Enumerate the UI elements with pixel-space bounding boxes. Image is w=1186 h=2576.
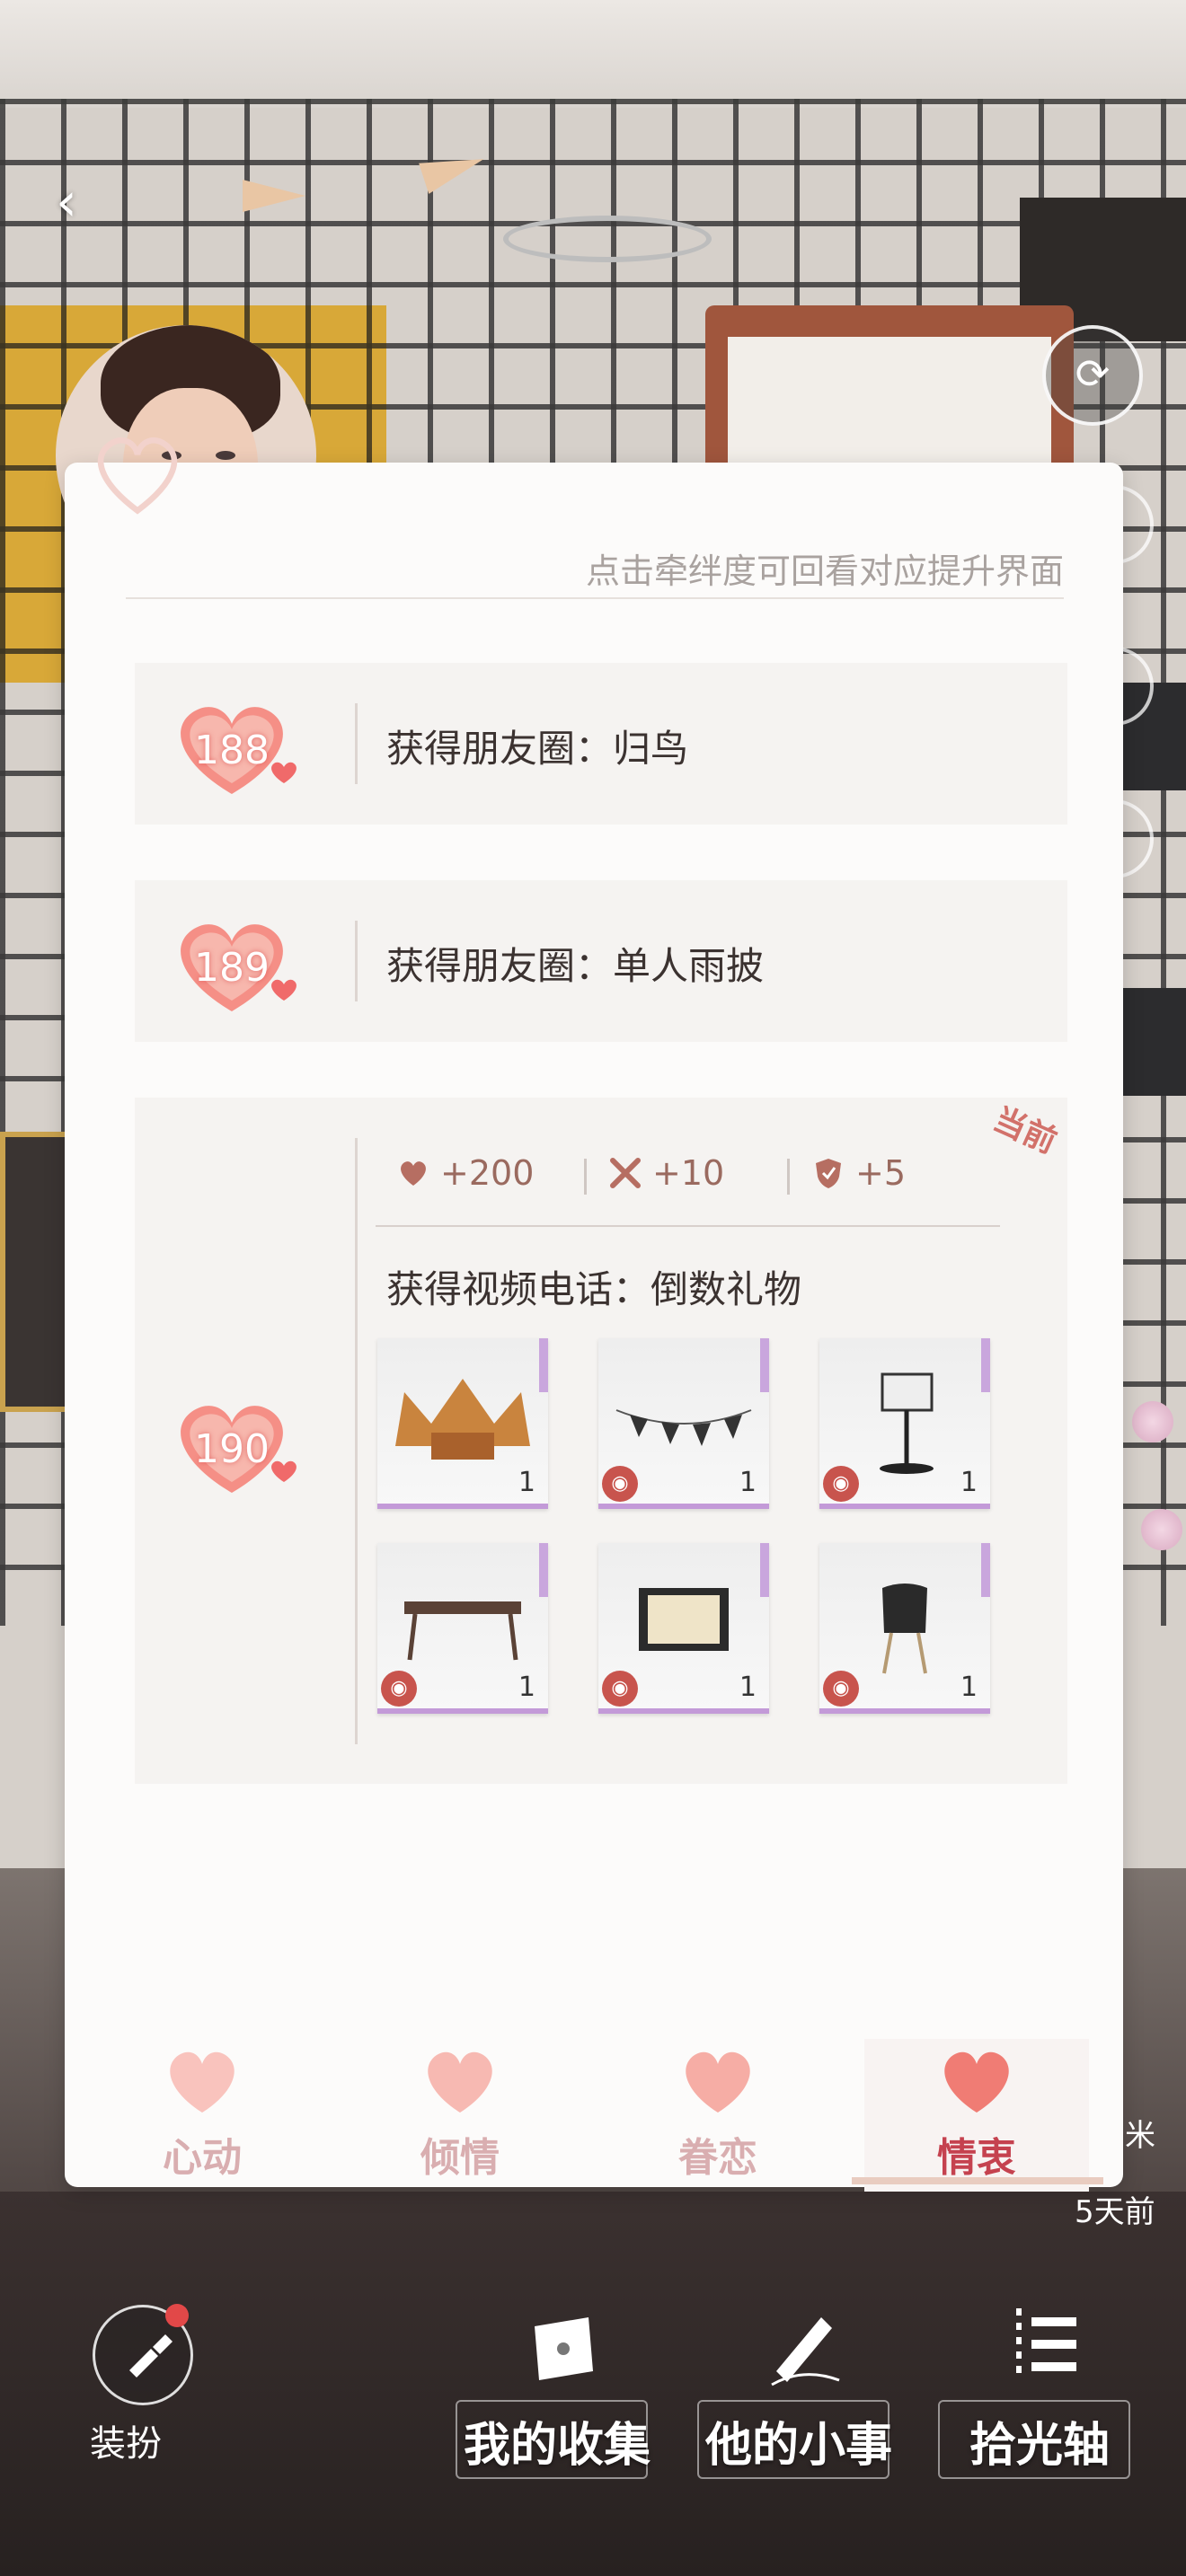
divider <box>355 921 358 1001</box>
hint-text: 点击牵绊度可回看对应提升界面 <box>585 551 1064 591</box>
his-stories-button[interactable]: 他的小事 <box>686 2299 911 2479</box>
stat-value: +5 <box>855 1153 907 1193</box>
item-quantity: 1 <box>960 1672 978 1703</box>
flower <box>1132 1401 1173 1442</box>
item-quantity: 1 <box>739 1672 757 1703</box>
heart-icon <box>944 2051 1009 2113</box>
switch-character-icon[interactable]: ⟳ <box>1042 325 1143 426</box>
item-tag-icon: ◉ <box>602 1671 638 1707</box>
bond-levels-panel: 点击牵绊度可回看对应提升界面 188 获得朋友圈：归鸟 189 获得朋友圈：单人… <box>65 437 1123 2187</box>
reward-item-chair[interactable]: ◉ 1 <box>819 1543 990 1714</box>
notification-dot <box>165 2304 189 2327</box>
level-number: 190 <box>194 1426 270 1472</box>
time-ago: 5天前 <box>1075 2194 1155 2230</box>
heart-icon <box>401 1161 426 1186</box>
heart-icon <box>428 2051 492 2113</box>
flower <box>1141 1509 1182 1550</box>
reward-item-basketball-hoop[interactable]: ◉ 1 <box>819 1338 990 1509</box>
level-badge[interactable]: 189 <box>160 904 313 1020</box>
current-tag: 当前 <box>987 1100 1062 1161</box>
item-tag-icon: ◉ <box>823 1671 859 1707</box>
wind-chime <box>503 216 712 262</box>
level-badge[interactable]: 190 <box>160 1385 313 1502</box>
dock-label: 拾光轴 <box>969 2419 1110 2473</box>
active-tab-indicator <box>852 2177 1103 2184</box>
item-quantity: 1 <box>739 1467 757 1498</box>
tab-label: 眷恋 <box>678 2135 757 2181</box>
stat-swords: +10 <box>607 1153 724 1193</box>
item-quantity: 1 <box>518 1467 535 1498</box>
heart-icon <box>686 2051 750 2113</box>
wall-hexagon <box>1123 988 1186 1096</box>
divider <box>355 703 358 784</box>
tab-label: 心动 <box>163 2135 242 2181</box>
divider <box>355 1138 358 1744</box>
tab-juanlian[interactable]: 眷恋 <box>606 2039 830 2192</box>
timeline-icon <box>1016 2308 1076 2380</box>
tab-qingqing[interactable]: 倾情 <box>348 2039 572 2192</box>
item-tag-icon: ◉ <box>381 1671 417 1707</box>
my-collection-button[interactable]: 我的收集 <box>445 2299 669 2479</box>
reward-item-bunting[interactable]: ◉ 1 <box>598 1338 769 1509</box>
tab-label: 倾情 <box>420 2135 500 2181</box>
dock-label: 他的小事 <box>704 2419 892 2473</box>
dock-label: 我的收集 <box>463 2419 651 2473</box>
level-number: 189 <box>194 945 270 991</box>
reward-item-crown[interactable]: 1 <box>377 1338 548 1509</box>
divider <box>787 1159 790 1195</box>
item-quantity: 1 <box>960 1467 978 1498</box>
item-quantity: 1 <box>518 1672 535 1703</box>
level-card-189[interactable]: 189 获得朋友圈：单人雨披 <box>135 880 1067 1042</box>
level-badge[interactable]: 188 <box>160 686 313 803</box>
stat-heart: +200 <box>395 1153 534 1193</box>
item-tag-icon: ◉ <box>823 1466 859 1502</box>
divider <box>376 1225 1000 1227</box>
tab-label: 情衷 <box>937 2135 1016 2181</box>
timeline-button[interactable]: 拾光轴 <box>927 2299 1152 2479</box>
reward-text: 获得朋友圈：归鸟 <box>386 727 689 771</box>
shield-icon <box>816 1159 841 1188</box>
reward-text: 获得朋友圈：单人雨披 <box>386 944 765 988</box>
reward-item-bulletin-board[interactable]: ◉ 1 <box>598 1543 769 1714</box>
side-partial-label: 米 <box>1125 2118 1155 2154</box>
back-chevron-icon[interactable]: ‹ <box>56 175 92 229</box>
level-card-188[interactable]: 188 获得朋友圈：归鸟 <box>135 663 1067 825</box>
stat-value: +200 <box>440 1153 535 1193</box>
tab-xindong[interactable]: 心动 <box>90 2039 314 2192</box>
tab-qingzhong[interactable]: 情衷 <box>864 2039 1089 2192</box>
ceiling <box>0 0 1186 108</box>
heart-icon <box>170 2051 235 2113</box>
level-number: 188 <box>194 728 270 773</box>
outline-heart-icon <box>97 437 178 515</box>
divider <box>126 597 1064 599</box>
reward-text: 获得视频电话：倒数礼物 <box>386 1267 802 1311</box>
pen-icon <box>771 2317 840 2386</box>
item-tag-icon: ◉ <box>602 1466 638 1502</box>
stat-shield: +5 <box>810 1153 906 1193</box>
envelope-icon <box>535 2317 593 2380</box>
crossed-swords-icon <box>610 1158 641 1188</box>
paper-plane <box>243 180 305 212</box>
dress-up-label: 装扮 <box>90 2423 162 2465</box>
reward-item-desk[interactable]: ◉ 1 <box>377 1543 548 1714</box>
divider <box>584 1159 587 1195</box>
stat-value: +10 <box>652 1153 725 1193</box>
level-card-190[interactable]: 当前 190 +200 +10 +5 获得视频电话：倒数礼物 1 ◉ 1 ◉ 1… <box>135 1098 1067 1784</box>
